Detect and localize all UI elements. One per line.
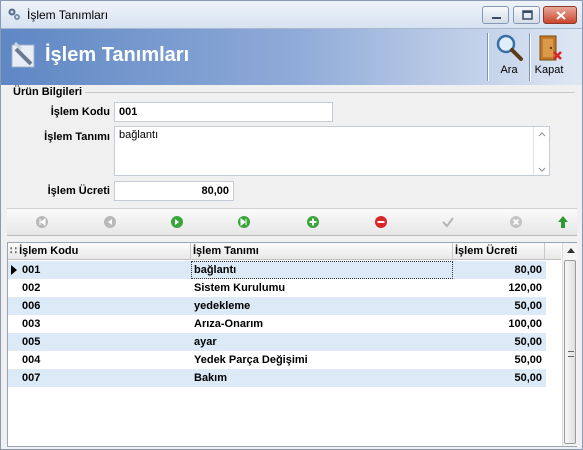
- maximize-button[interactable]: [513, 6, 540, 24]
- post-icon[interactable]: [441, 215, 455, 229]
- section-title: Ürün Bilgileri: [13, 86, 83, 98]
- description-label: İşlem Tanımı: [44, 131, 110, 143]
- table-row[interactable]: 001 bağlantı 80,00: [8, 261, 546, 279]
- description-field[interactable]: bağlantı: [114, 126, 550, 176]
- first-icon[interactable]: [35, 215, 49, 229]
- prior-icon[interactable]: [103, 215, 117, 229]
- cell-description: Sistem Kurulumu: [194, 282, 286, 294]
- column-header-description[interactable]: İşlem Tanımı: [191, 243, 453, 260]
- form-header: İşlem Tanımları Ara Kapat: [1, 29, 582, 85]
- cell-description: Yedek Parça Değişimi: [194, 354, 308, 366]
- cell-code: 007: [22, 372, 41, 384]
- grid-header: ∷ İşlem Kodu İşlem Tanımı İşlem Ücreti: [8, 243, 561, 260]
- cell-description: Arıza-Onarım: [194, 318, 264, 330]
- minimize-button[interactable]: [482, 6, 509, 24]
- maximize-icon: [522, 10, 533, 20]
- table-row[interactable]: 003 Arıza-Onarım 100,00: [8, 315, 546, 333]
- cell-code: 006: [22, 300, 41, 312]
- refresh-icon[interactable]: [556, 215, 570, 229]
- scroll-arrows-icon: [538, 132, 546, 172]
- title-bar[interactable]: İşlem Tanımları: [1, 1, 582, 29]
- table-row[interactable]: 002 Sistem Kurulumu 120,00: [8, 279, 546, 297]
- code-label: İşlem Kodu: [50, 106, 110, 118]
- description-text: bağlantı: [119, 129, 159, 141]
- data-grid[interactable]: ∷ İşlem Kodu İşlem Tanımı İşlem Ücreti 0…: [7, 242, 577, 447]
- section-divider: [85, 92, 575, 93]
- navigator-bar: [7, 208, 577, 236]
- close-label: Kapat: [534, 64, 564, 76]
- gears-icon: [8, 8, 20, 20]
- last-icon[interactable]: [237, 215, 251, 229]
- cell-code: 005: [22, 336, 41, 348]
- description-scrollbar[interactable]: [533, 127, 549, 175]
- cell-fee: 80,00: [514, 264, 542, 276]
- exit-door-icon: [539, 35, 562, 61]
- magnifier-icon: [496, 34, 523, 61]
- column-header-code[interactable]: ∷ İşlem Kodu: [8, 243, 191, 260]
- cell-code: 004: [22, 354, 41, 366]
- scrollbar-thumb[interactable]: [564, 260, 576, 444]
- cell-fee: 50,00: [514, 372, 542, 384]
- delete-icon[interactable]: [374, 215, 388, 229]
- cell-code: 002: [22, 282, 41, 294]
- cell-fee: 100,00: [508, 318, 542, 330]
- fee-field[interactable]: 80,00: [114, 181, 234, 201]
- toolbar-separator: [487, 33, 489, 81]
- grid-scrollbar[interactable]: [562, 243, 577, 446]
- cell-code: 003: [22, 318, 41, 330]
- grip-icon: [568, 351, 574, 357]
- cell-fee: 50,00: [514, 300, 542, 312]
- fee-label: İşlem Ücreti: [47, 185, 110, 197]
- table-row[interactable]: 006 yedekleme 50,00: [8, 297, 546, 315]
- next-icon[interactable]: [170, 215, 184, 229]
- header-title: İşlem Tanımları: [45, 44, 190, 66]
- cell-fee: 50,00: [514, 354, 542, 366]
- close-icon: [556, 11, 566, 20]
- search-button[interactable]: Ara: [491, 31, 527, 81]
- cell-description: ayar: [194, 336, 217, 348]
- search-label: Ara: [500, 64, 518, 76]
- cell-description: bağlantı: [194, 264, 237, 276]
- close-window-button[interactable]: [543, 6, 577, 24]
- cell-description: Bakım: [194, 372, 228, 384]
- cell-fee: 50,00: [514, 336, 542, 348]
- insert-icon[interactable]: [306, 215, 320, 229]
- close-form-button[interactable]: Kapat: [531, 31, 567, 81]
- window-title: İşlem Tanımları: [27, 8, 109, 22]
- current-row-indicator-icon: [11, 265, 17, 275]
- cancel-icon[interactable]: [509, 215, 523, 229]
- minimize-icon: [492, 17, 501, 19]
- cell-description: yedekleme: [194, 300, 251, 312]
- table-row[interactable]: 005 ayar 50,00: [8, 333, 546, 351]
- scroll-up-icon[interactable]: [567, 248, 575, 253]
- code-field[interactable]: 001: [114, 102, 333, 122]
- application-window: İşlem Tanımları İşlem Tanımları Ara Kapa…: [0, 0, 583, 450]
- column-header-fee[interactable]: İşlem Ücreti: [453, 243, 545, 260]
- cell-fee: 120,00: [508, 282, 542, 294]
- cell-code: 001: [22, 264, 41, 276]
- tools-icon: [11, 41, 35, 68]
- table-row[interactable]: 004 Yedek Parça Değişimi 50,00: [8, 351, 546, 369]
- table-row[interactable]: 007 Bakım 50,00: [8, 369, 546, 387]
